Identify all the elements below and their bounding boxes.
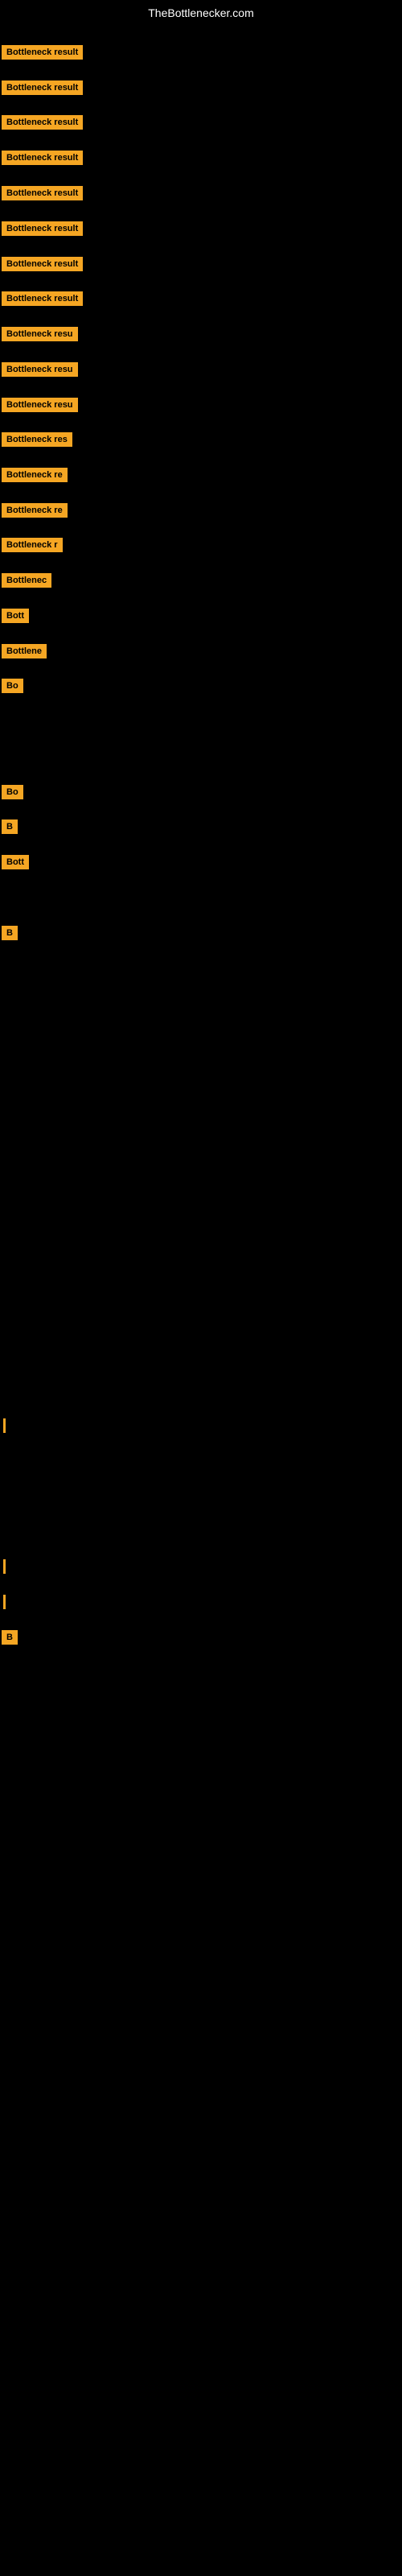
bottleneck-result-badge: B bbox=[2, 1630, 18, 1645]
bottleneck-result-badge: Bottleneck result bbox=[2, 291, 83, 306]
bottleneck-result-badge: Bottleneck result bbox=[2, 80, 83, 95]
bottleneck-result-badge: Bott bbox=[2, 609, 29, 623]
vertical-indicator bbox=[3, 1559, 6, 1574]
bottleneck-result-badge: Bo bbox=[2, 679, 23, 693]
bottleneck-result-badge: Bottleneck re bbox=[2, 503, 68, 518]
bottleneck-result-badge: Bott bbox=[2, 855, 29, 869]
bottleneck-result-badge: Bottleneck r bbox=[2, 538, 63, 552]
bottleneck-result-badge: Bottleneck result bbox=[2, 45, 83, 60]
bottleneck-result-badge: Bottleneck result bbox=[2, 186, 83, 200]
bottleneck-result-badge: Bottleneck result bbox=[2, 115, 83, 130]
bottleneck-result-badge: B bbox=[2, 819, 18, 834]
bottleneck-result-badge: B bbox=[2, 926, 18, 940]
bottleneck-result-badge: Bottlenec bbox=[2, 573, 51, 588]
site-title: TheBottlenecker.com bbox=[148, 6, 254, 19]
bottleneck-result-badge: Bo bbox=[2, 785, 23, 799]
bottleneck-result-badge: Bottlene bbox=[2, 644, 47, 658]
bottleneck-result-badge: Bottleneck re bbox=[2, 468, 68, 482]
bottleneck-result-badge: Bottleneck result bbox=[2, 257, 83, 271]
bottleneck-result-badge: Bottleneck result bbox=[2, 221, 83, 236]
bottleneck-result-badge: Bottleneck resu bbox=[2, 362, 78, 377]
vertical-indicator bbox=[3, 1418, 6, 1433]
bottleneck-result-badge: Bottleneck resu bbox=[2, 398, 78, 412]
vertical-indicator bbox=[3, 1595, 6, 1609]
bottleneck-result-badge: Bottleneck result bbox=[2, 151, 83, 165]
bottleneck-result-badge: Bottleneck resu bbox=[2, 327, 78, 341]
bottleneck-result-badge: Bottleneck res bbox=[2, 432, 72, 447]
